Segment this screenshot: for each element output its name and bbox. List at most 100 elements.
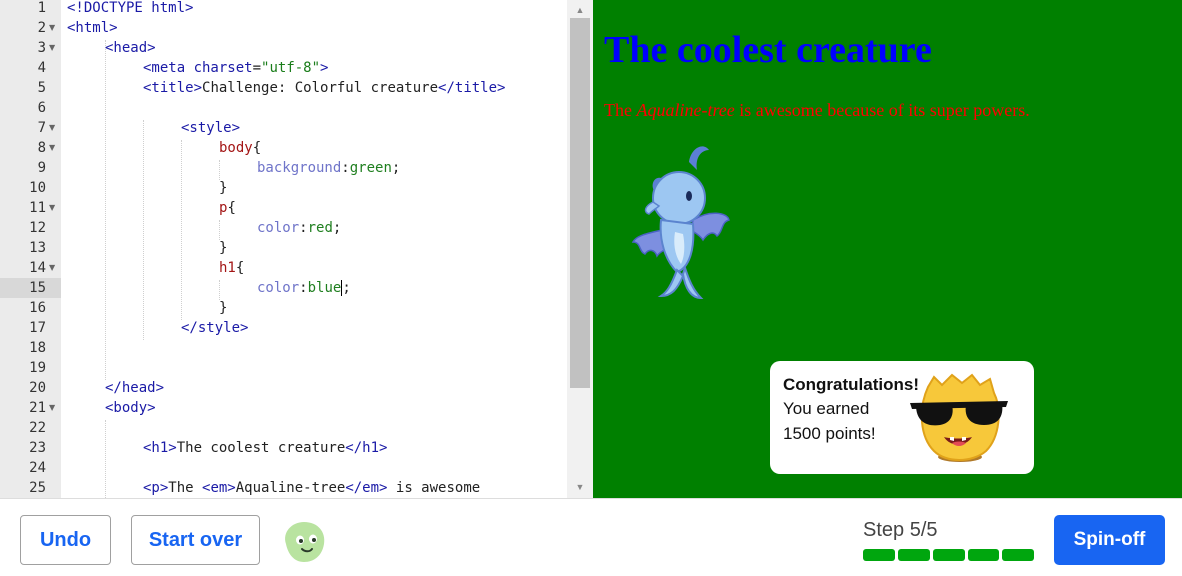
indent-guide <box>219 280 220 300</box>
code-line: </head> <box>105 378 164 398</box>
code-token: green <box>349 160 392 176</box>
bottom-toolbar: Undo Start over Step 5/5 Spin-off <box>0 498 1182 576</box>
line-number: 3 <box>37 40 46 56</box>
indent-guide <box>181 140 182 320</box>
code-token: <meta <box>143 60 194 76</box>
indent-guide <box>219 220 220 240</box>
code-token: The coolest creature <box>176 440 346 456</box>
progress-segment <box>898 549 930 561</box>
creature-image <box>631 146 730 300</box>
code-token: Challenge: Colorful creature <box>202 80 439 96</box>
preview-paragraph: The Aqualine-tree is awesome because of … <box>604 100 1030 121</box>
fold-toggle-icon[interactable]: ▼ <box>49 38 57 58</box>
code-token: ; <box>342 280 351 296</box>
green-avatar-icon <box>285 522 325 562</box>
line-number: 9 <box>37 160 46 176</box>
code-line: <title>Challenge: Colorful creature</tit… <box>143 78 505 98</box>
line-number: 11 <box>29 200 46 216</box>
fold-toggle-icon[interactable]: ▼ <box>49 18 57 38</box>
step-indicator: Step 5/5 <box>863 519 938 541</box>
code-token: blue <box>307 280 342 296</box>
step-progress-bar <box>863 549 1034 561</box>
scrollbar-thumb[interactable] <box>570 18 590 388</box>
congratulations-toast: Congratulations! You earned 1500 points! <box>770 361 1034 474</box>
code-token: <p> <box>143 480 169 496</box>
line-number: 18 <box>29 340 46 356</box>
progress-segment <box>863 549 895 561</box>
code-line: } <box>219 238 227 258</box>
line-number: 2 <box>37 20 46 36</box>
editor-scrollbar[interactable]: ▲ ▼ <box>567 0 593 498</box>
code-token: ; <box>332 220 342 236</box>
code-token: } <box>219 240 228 256</box>
line-number: 23 <box>29 440 46 456</box>
code-token: : <box>299 220 308 236</box>
code-token: { <box>235 260 245 276</box>
output-preview: The coolest creature The Aqualine-tree i… <box>593 0 1182 498</box>
line-number: 1 <box>37 0 46 16</box>
code-area[interactable]: <!DOCTYPE html> <html> <head> <meta char… <box>61 0 567 498</box>
code-token: <title> <box>143 80 203 96</box>
code-token: <!DOCTYPE html> <box>67 0 194 16</box>
code-token: </style> <box>181 320 249 336</box>
code-line: } <box>219 298 227 318</box>
fold-toggle-icon[interactable]: ▼ <box>49 258 57 278</box>
code-line: <body> <box>105 398 156 418</box>
scroll-down-arrow-icon[interactable]: ▼ <box>573 480 587 494</box>
line-number: 4 <box>37 60 46 76</box>
code-line: background:green; <box>257 158 400 178</box>
code-token: <head> <box>105 40 156 56</box>
line-number: 6 <box>37 100 46 116</box>
fold-toggle-icon[interactable]: ▼ <box>49 398 57 418</box>
toast-line: You earned <box>783 399 870 418</box>
code-line: color:red; <box>257 218 341 238</box>
undo-button[interactable]: Undo <box>20 515 111 565</box>
code-token: { <box>227 200 236 216</box>
code-line: <h1>The coolest creature</h1> <box>143 438 387 458</box>
line-number: 12 <box>29 220 46 236</box>
start-over-button[interactable]: Start over <box>131 515 260 565</box>
code-token: ; <box>391 160 401 176</box>
code-token: : <box>299 280 308 296</box>
code-editor[interactable]: 1 2 3 4 5 6 7 8 9 10 11 12 13 14 15 16 1… <box>0 0 593 498</box>
line-number: 22 <box>29 420 46 436</box>
code-line: <!DOCTYPE html> <box>67 0 193 18</box>
code-line: <meta charset="utf-8"> <box>143 58 328 78</box>
code-token: color <box>257 220 300 236</box>
fold-toggle-icon[interactable]: ▼ <box>49 198 57 218</box>
line-number: 15 <box>29 280 46 296</box>
line-number: 24 <box>29 460 46 476</box>
code-line: color:blue; <box>257 278 351 298</box>
code-line: <html> <box>67 18 118 38</box>
line-number: 21 <box>29 400 46 416</box>
code-line: </style> <box>181 318 248 338</box>
sunglasses-avatar-icon <box>910 373 1008 462</box>
scroll-up-arrow-icon[interactable]: ▲ <box>573 3 587 17</box>
line-number: 8 <box>37 140 46 156</box>
code-token: </title> <box>438 80 506 96</box>
code-token: red <box>307 220 333 236</box>
spin-off-button[interactable]: Spin-off <box>1054 515 1165 565</box>
indent-guide <box>105 40 106 380</box>
code-token: color <box>257 280 300 296</box>
code-token: <h1> <box>143 440 177 456</box>
code-token: Aqualine-tree <box>235 480 346 496</box>
indent-guide <box>105 420 106 498</box>
code-line: } <box>219 178 227 198</box>
code-token: </head> <box>105 380 165 396</box>
code-token: charset <box>193 60 253 76</box>
fold-toggle-icon[interactable]: ▼ <box>49 138 57 158</box>
code-token: h1 <box>219 260 236 276</box>
code-line: h1{ <box>219 258 244 278</box>
code-token: The <box>168 480 203 496</box>
line-number: 7 <box>37 120 46 136</box>
code-line: p{ <box>219 198 236 218</box>
line-number: 17 <box>29 320 46 336</box>
preview-emphasis: Aqualine-tree <box>636 100 735 120</box>
fold-toggle-icon[interactable]: ▼ <box>49 118 57 138</box>
line-number: 25 <box>29 480 46 496</box>
line-number: 13 <box>29 240 46 256</box>
code-token: </em> <box>345 480 388 496</box>
code-token: = <box>252 60 262 76</box>
code-line: <head> <box>105 38 156 58</box>
